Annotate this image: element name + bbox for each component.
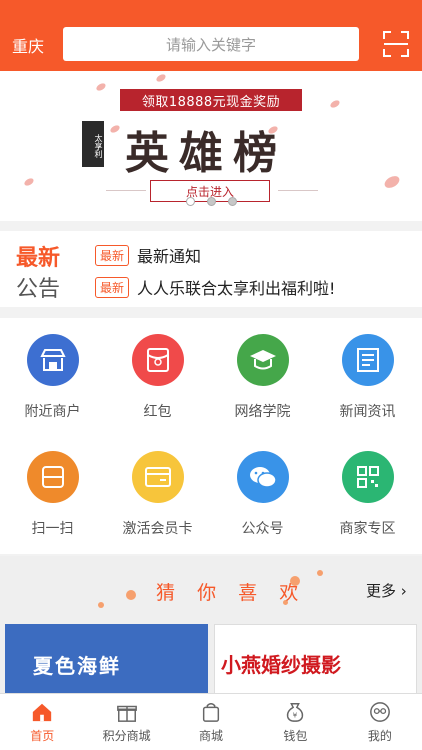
carousel-dot[interactable]	[207, 197, 216, 206]
more-link[interactable]: 更多 ›	[366, 580, 407, 601]
title-char: 欢	[279, 582, 305, 604]
petal-decoration	[329, 98, 341, 110]
profile-icon	[369, 701, 390, 722]
city-selector[interactable]: 重庆	[12, 33, 44, 57]
shop-card[interactable]: 小燕婚纱摄影	[214, 624, 417, 694]
orb-decoration	[317, 570, 323, 576]
search-placeholder: 请输入关键字	[165, 35, 256, 54]
tab-label: 积分商城	[102, 728, 151, 743]
red-packet-icon	[131, 334, 184, 386]
title-char: 喜	[238, 582, 264, 604]
grid-item-label: 附近商户	[24, 404, 81, 420]
carousel-dot[interactable]	[228, 197, 237, 206]
member-card-icon	[131, 451, 184, 503]
feature-grid: 附近商户 红包 网络学院 新闻资讯 扫一扫 激活会员卡 公众号 商家专区	[0, 318, 422, 554]
grid-item-label: 扫一扫	[31, 521, 74, 537]
petal-decoration	[109, 123, 121, 135]
notice-item[interactable]: 最新 最新通知	[95, 243, 201, 267]
tab-label: 我的	[367, 728, 392, 743]
orb-decoration	[98, 602, 104, 608]
qr-code-icon	[341, 451, 394, 503]
shopping-bag-icon	[202, 702, 220, 722]
petal-decoration	[382, 173, 402, 191]
tab-mall[interactable]: 商城	[169, 694, 253, 750]
shop-sign: 小燕婚纱摄影	[221, 653, 341, 677]
home-icon	[33, 703, 52, 721]
promo-banner[interactable]: 领取18888元现金奖励 太享利 英雄榜 点击进入	[0, 71, 422, 221]
chevron-right-icon: ›	[400, 582, 407, 600]
announcement-panel: 最新 公告 最新 最新通知 最新 人人乐联合太享利出福利啦!	[0, 231, 422, 307]
notice-announce-label: 公告	[16, 277, 61, 302]
wallet-icon: ¥	[287, 702, 304, 722]
more-label: 更多	[366, 582, 397, 600]
grid-item-official-account[interactable]: 公众号	[210, 451, 315, 538]
banner-divider	[106, 190, 146, 191]
grid-item-label: 激活会员卡	[122, 521, 193, 537]
tab-home[interactable]: 首页	[0, 694, 84, 750]
shop-sign: 夏色海鲜	[33, 654, 121, 678]
graduation-cap-icon	[236, 334, 289, 386]
petal-decoration	[95, 81, 107, 93]
shop-icon	[26, 334, 79, 386]
banner-title: 英雄榜	[125, 128, 287, 179]
grid-item-label: 公众号	[241, 521, 284, 537]
notice-badge: 最新	[95, 244, 130, 266]
search-input[interactable]: 请输入关键字	[63, 27, 359, 61]
notice-text: 人人乐联合太享利出福利啦!	[137, 279, 336, 298]
grid-item-red-packet[interactable]: 红包	[105, 334, 210, 421]
news-icon	[341, 334, 394, 386]
top-bar: 重庆 请输入关键字	[0, 0, 422, 71]
petal-decoration	[23, 176, 35, 188]
notice-latest-label: 最新	[16, 246, 61, 271]
recommend-title: 猜 你 喜 欢	[154, 578, 306, 605]
grid-item-scan[interactable]: 扫一扫	[0, 451, 105, 538]
banner-divider	[278, 190, 318, 191]
banner-headline: 领取18888元现金奖励	[120, 89, 302, 111]
tab-wallet[interactable]: ¥ 钱包	[253, 694, 337, 750]
tab-points-mall[interactable]: 积分商城	[84, 694, 168, 750]
wechat-icon	[236, 451, 289, 503]
title-char: 你	[197, 582, 223, 604]
notice-text: 最新通知	[137, 247, 202, 266]
grid-item-online-academy[interactable]: 网络学院	[210, 334, 315, 421]
grid-item-member-card[interactable]: 激活会员卡	[105, 451, 210, 538]
title-char: 猜	[156, 582, 182, 604]
tab-profile[interactable]: 我的	[338, 694, 422, 750]
bottom-tab-bar: 首页 积分商城 商城 ¥ 钱包 我的	[0, 693, 422, 750]
scan-icon	[26, 451, 79, 503]
grid-item-nearby-merchants[interactable]: 附近商户	[0, 334, 105, 421]
petal-decoration	[155, 72, 167, 84]
orb-decoration	[126, 590, 136, 600]
banner-side-seal: 太享利	[82, 121, 104, 167]
grid-item-label: 红包	[143, 404, 172, 420]
notice-item[interactable]: 最新 人人乐联合太享利出福利啦!	[95, 275, 335, 299]
grid-item-label: 网络学院	[234, 404, 291, 420]
tab-label: 商城	[199, 728, 224, 743]
tab-label: 钱包	[283, 728, 308, 743]
grid-item-label: 新闻资讯	[339, 404, 396, 420]
carousel-dot[interactable]	[186, 197, 195, 206]
gift-icon	[116, 705, 137, 722]
shop-card[interactable]: 夏色海鲜	[5, 624, 208, 694]
carousel-indicator	[186, 197, 237, 206]
grid-item-label: 商家专区	[339, 521, 396, 537]
scan-icon[interactable]	[383, 31, 409, 57]
notice-badge: 最新	[95, 276, 130, 298]
tab-label: 首页	[30, 728, 55, 743]
grid-item-merchant-zone[interactable]: 商家专区	[315, 451, 420, 538]
grid-item-news[interactable]: 新闻资讯	[315, 334, 420, 421]
svg-text:¥: ¥	[293, 710, 298, 719]
